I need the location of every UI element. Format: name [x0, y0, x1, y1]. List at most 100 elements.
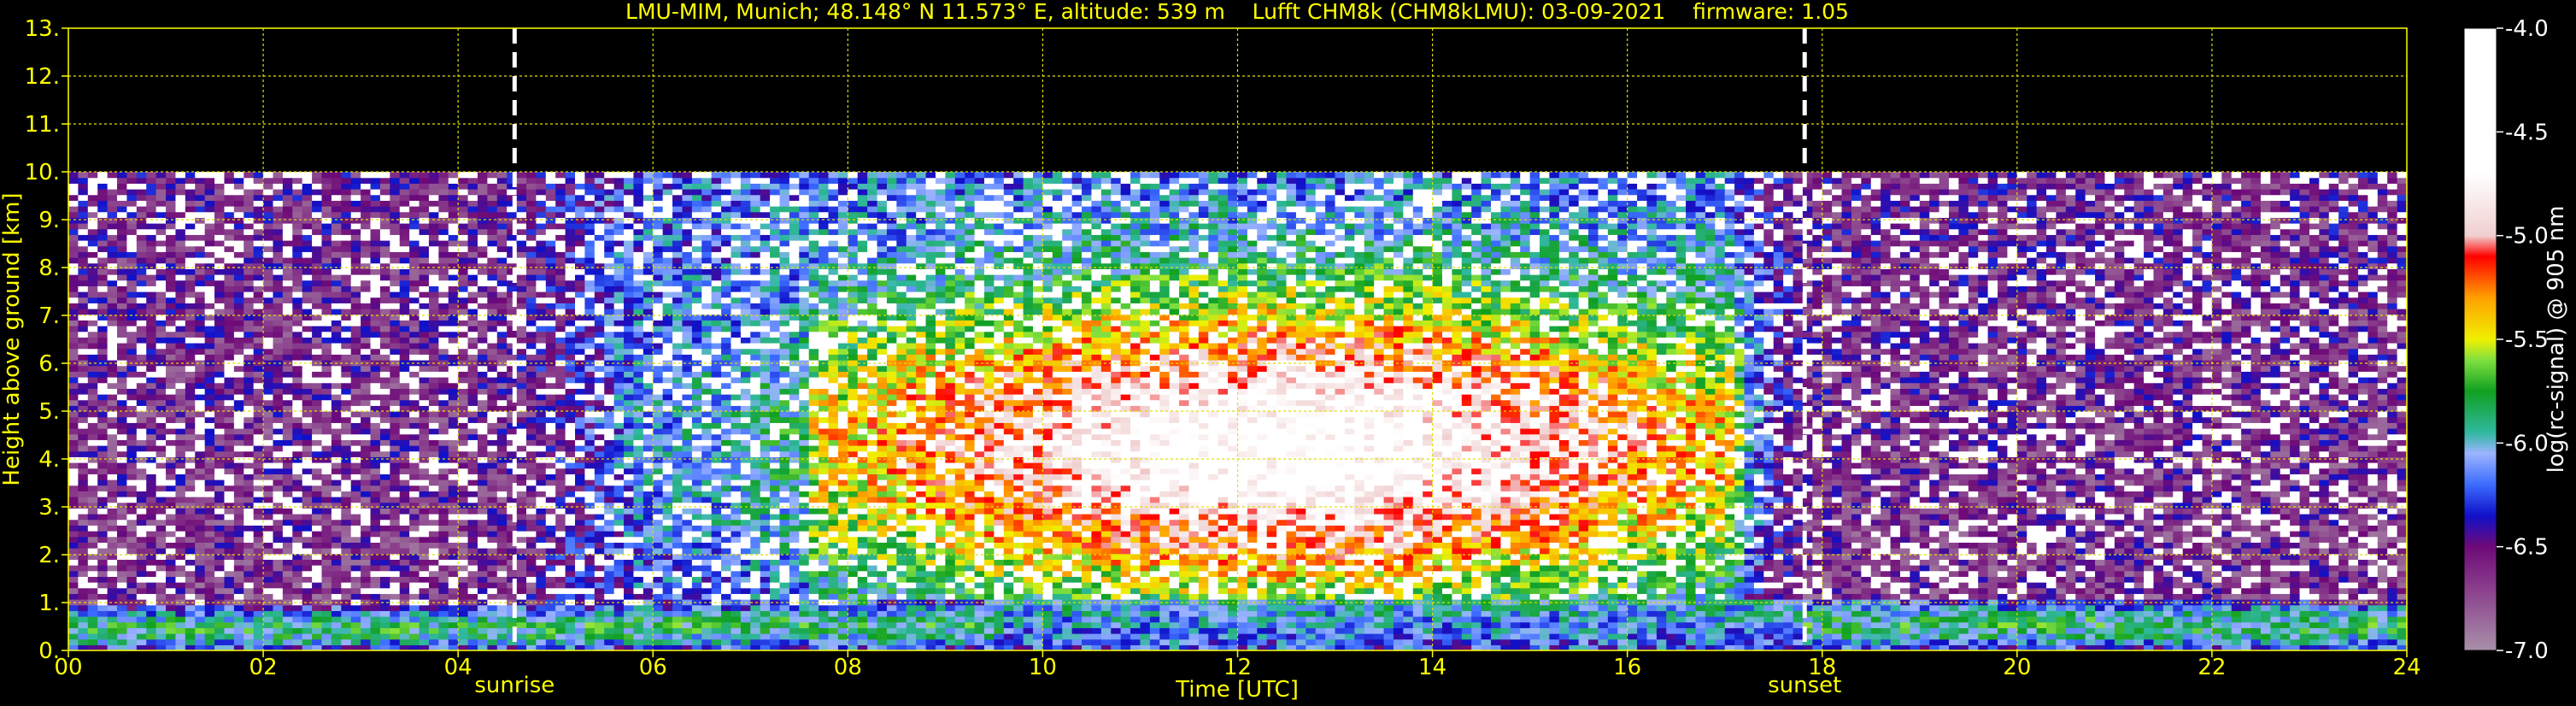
heatmap-cell — [584, 354, 596, 361]
heatmap-cell — [224, 491, 235, 497]
heatmap-cell — [584, 245, 596, 252]
heatmap-cell — [565, 514, 576, 521]
heatmap-cell — [244, 621, 255, 628]
heatmap-cell — [448, 570, 459, 577]
heatmap-cell — [604, 371, 615, 378]
heatmap-cell — [555, 565, 566, 572]
heatmap-cell — [419, 462, 430, 469]
heatmap-cell — [224, 610, 235, 617]
heatmap-cell — [633, 262, 644, 269]
heatmap-cell — [117, 382, 128, 389]
heatmap-cell — [448, 621, 459, 628]
heatmap-cell — [448, 394, 459, 401]
heatmap-cell — [448, 439, 459, 446]
heatmap-cell — [428, 514, 439, 521]
heatmap-cell — [331, 234, 342, 241]
heatmap-cell — [263, 576, 274, 583]
heatmap-cell — [136, 456, 147, 463]
heatmap-cell — [565, 211, 576, 218]
heatmap-cell — [292, 428, 303, 435]
heatmap-cell — [282, 354, 293, 361]
heatmap-cell — [107, 582, 118, 589]
heatmap-cell — [575, 382, 586, 389]
heatmap-cell — [633, 525, 644, 532]
heatmap-cell — [448, 268, 459, 275]
heatmap-cell — [379, 234, 390, 241]
heatmap-cell — [224, 593, 235, 600]
heatmap-cell — [166, 456, 177, 463]
heatmap-cell — [496, 382, 508, 389]
heatmap-cell — [195, 223, 206, 230]
heatmap-cell — [467, 337, 478, 344]
heatmap-cell — [117, 638, 128, 645]
heatmap-cell — [117, 177, 128, 184]
heatmap-cell — [87, 285, 98, 292]
heatmap-cell — [224, 531, 235, 538]
heatmap-cell — [175, 508, 186, 515]
heatmap-cell — [107, 416, 118, 423]
heatmap-cell — [438, 450, 449, 457]
heatmap-cell — [185, 365, 196, 372]
heatmap-cell — [428, 399, 439, 406]
heatmap-cell — [117, 291, 128, 298]
heatmap-cell — [341, 183, 352, 190]
heatmap-cell — [604, 462, 615, 469]
heatmap-cell — [516, 422, 527, 429]
heatmap-cell — [350, 616, 361, 623]
heatmap-cell — [428, 582, 439, 589]
heatmap-cell — [633, 514, 644, 521]
heatmap-cell — [575, 508, 586, 515]
heatmap-cell — [409, 479, 420, 486]
heatmap-cell — [458, 531, 469, 538]
heatmap-cell — [379, 621, 390, 628]
heatmap-cell — [224, 485, 235, 491]
heatmap-cell — [146, 485, 157, 491]
heatmap-cell — [312, 616, 323, 623]
heatmap-cell — [126, 570, 138, 577]
heatmap-cell — [312, 177, 323, 184]
heatmap-cell — [584, 582, 596, 589]
heatmap-cell — [233, 177, 244, 184]
heatmap-cell — [292, 211, 303, 218]
heatmap-cell — [477, 411, 488, 418]
heatmap-cell — [214, 377, 226, 384]
heatmap-cell — [87, 638, 98, 645]
heatmap-cell — [399, 474, 410, 480]
heatmap-cell — [302, 309, 313, 315]
heatmap-cell — [302, 291, 313, 298]
heatmap-cell — [175, 268, 186, 275]
heatmap-cell — [117, 303, 128, 309]
heatmap-cell — [312, 206, 323, 213]
heatmap-cell — [448, 525, 459, 532]
heatmap-cell — [185, 411, 196, 418]
heatmap-cell — [565, 502, 576, 509]
heatmap-cell — [633, 491, 644, 497]
heatmap-cell — [185, 388, 196, 395]
heatmap-cell — [155, 439, 167, 446]
heatmap-cell — [107, 262, 118, 269]
heatmap-cell — [185, 343, 196, 350]
heatmap-cell — [204, 536, 215, 543]
heatmap-cell — [233, 262, 244, 269]
heatmap-cell — [214, 172, 226, 179]
heatmap-cell — [331, 206, 342, 213]
heatmap-cell — [419, 228, 430, 235]
heatmap-cell — [331, 485, 342, 491]
heatmap-cell — [107, 257, 118, 264]
heatmap-cell — [321, 320, 332, 327]
heatmap-cell — [233, 439, 244, 446]
heatmap-cell — [633, 450, 644, 457]
heatmap-cell — [613, 450, 625, 457]
heatmap-cell — [496, 194, 508, 201]
heatmap-cell — [496, 616, 508, 623]
heatmap-cell — [633, 228, 644, 235]
heatmap-cell — [97, 223, 109, 230]
heatmap-cell — [487, 508, 498, 515]
heatmap-cell — [253, 633, 264, 640]
heatmap-cell — [565, 450, 576, 457]
heatmap-cell — [565, 285, 576, 292]
heatmap-cell — [370, 616, 381, 623]
heatmap-cell — [624, 542, 635, 549]
heatmap-cell — [458, 285, 469, 292]
heatmap-cell — [516, 502, 527, 509]
